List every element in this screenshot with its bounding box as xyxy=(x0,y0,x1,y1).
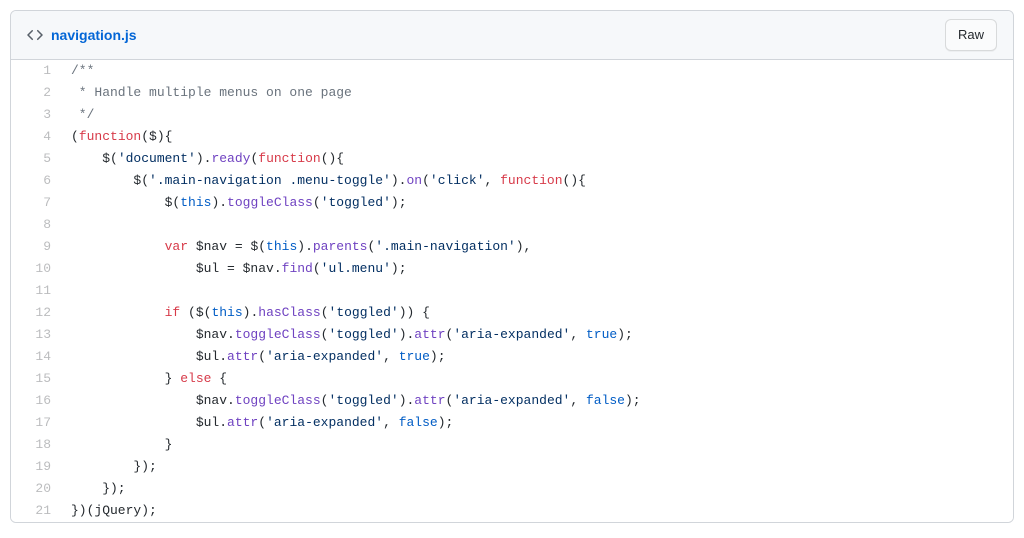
line-content[interactable]: $(this).toggleClass('toggled'); xyxy=(61,192,1013,214)
line-number[interactable]: 19 xyxy=(11,456,61,478)
code-line: 15 } else { xyxy=(11,368,1013,390)
code-block: 1/**2 * Handle multiple menus on one pag… xyxy=(11,60,1013,522)
line-number[interactable]: 6 xyxy=(11,170,61,192)
line-content[interactable]: /** xyxy=(61,60,1013,82)
code-line: 19 }); xyxy=(11,456,1013,478)
code-line: 9 var $nav = $(this).parents('.main-navi… xyxy=(11,236,1013,258)
raw-button[interactable]: Raw xyxy=(945,19,997,51)
line-number[interactable]: 3 xyxy=(11,104,61,126)
file-header: navigation.js Raw xyxy=(11,11,1013,60)
line-content[interactable]: $('document').ready(function(){ xyxy=(61,148,1013,170)
code-line: 4(function($){ xyxy=(11,126,1013,148)
line-number[interactable]: 14 xyxy=(11,346,61,368)
code-table: 1/**2 * Handle multiple menus on one pag… xyxy=(11,60,1013,522)
code-line: 3 */ xyxy=(11,104,1013,126)
code-line: 6 $('.main-navigation .menu-toggle').on(… xyxy=(11,170,1013,192)
line-content[interactable] xyxy=(61,214,1013,236)
line-content[interactable]: if ($(this).hasClass('toggled')) { xyxy=(61,302,1013,324)
line-content[interactable]: $('.main-navigation .menu-toggle').on('c… xyxy=(61,170,1013,192)
line-content[interactable]: $nav.toggleClass('toggled').attr('aria-e… xyxy=(61,390,1013,412)
line-number[interactable]: 8 xyxy=(11,214,61,236)
code-line: 14 $ul.attr('aria-expanded', true); xyxy=(11,346,1013,368)
file-info: navigation.js xyxy=(27,27,137,43)
line-number[interactable]: 9 xyxy=(11,236,61,258)
code-line: 20 }); xyxy=(11,478,1013,500)
code-file-icon xyxy=(27,27,43,43)
code-line: 21})(jQuery); xyxy=(11,500,1013,522)
line-content[interactable]: * Handle multiple menus on one page xyxy=(61,82,1013,104)
line-number[interactable]: 18 xyxy=(11,434,61,456)
line-number[interactable]: 12 xyxy=(11,302,61,324)
line-content[interactable]: }); xyxy=(61,456,1013,478)
code-line: 17 $ul.attr('aria-expanded', false); xyxy=(11,412,1013,434)
line-content[interactable]: (function($){ xyxy=(61,126,1013,148)
code-line: 16 $nav.toggleClass('toggled').attr('ari… xyxy=(11,390,1013,412)
line-number[interactable]: 4 xyxy=(11,126,61,148)
code-line: 11 xyxy=(11,280,1013,302)
line-number[interactable]: 16 xyxy=(11,390,61,412)
line-content[interactable]: var $nav = $(this).parents('.main-naviga… xyxy=(61,236,1013,258)
line-content[interactable]: $ul = $nav.find('ul.menu'); xyxy=(61,258,1013,280)
code-line: 2 * Handle multiple menus on one page xyxy=(11,82,1013,104)
file-container: navigation.js Raw 1/**2 * Handle multipl… xyxy=(10,10,1014,523)
code-line: 13 $nav.toggleClass('toggled').attr('ari… xyxy=(11,324,1013,346)
line-content[interactable]: } xyxy=(61,434,1013,456)
line-number[interactable]: 21 xyxy=(11,500,61,522)
code-line: 7 $(this).toggleClass('toggled'); xyxy=(11,192,1013,214)
line-number[interactable]: 15 xyxy=(11,368,61,390)
file-name-link[interactable]: navigation.js xyxy=(51,27,137,43)
code-line: 18 } xyxy=(11,434,1013,456)
line-number[interactable]: 11 xyxy=(11,280,61,302)
line-number[interactable]: 5 xyxy=(11,148,61,170)
line-number[interactable]: 7 xyxy=(11,192,61,214)
line-content[interactable] xyxy=(61,280,1013,302)
code-line: 8 xyxy=(11,214,1013,236)
line-number[interactable]: 17 xyxy=(11,412,61,434)
line-content[interactable]: $ul.attr('aria-expanded', false); xyxy=(61,412,1013,434)
line-number[interactable]: 20 xyxy=(11,478,61,500)
code-line: 12 if ($(this).hasClass('toggled')) { xyxy=(11,302,1013,324)
line-number[interactable]: 10 xyxy=(11,258,61,280)
line-content[interactable]: $nav.toggleClass('toggled').attr('aria-e… xyxy=(61,324,1013,346)
code-line: 1/** xyxy=(11,60,1013,82)
line-number[interactable]: 2 xyxy=(11,82,61,104)
line-content[interactable]: } else { xyxy=(61,368,1013,390)
line-content[interactable]: })(jQuery); xyxy=(61,500,1013,522)
line-content[interactable]: */ xyxy=(61,104,1013,126)
line-content[interactable]: $ul.attr('aria-expanded', true); xyxy=(61,346,1013,368)
line-number[interactable]: 13 xyxy=(11,324,61,346)
line-content[interactable]: }); xyxy=(61,478,1013,500)
code-line: 5 $('document').ready(function(){ xyxy=(11,148,1013,170)
line-number[interactable]: 1 xyxy=(11,60,61,82)
code-line: 10 $ul = $nav.find('ul.menu'); xyxy=(11,258,1013,280)
